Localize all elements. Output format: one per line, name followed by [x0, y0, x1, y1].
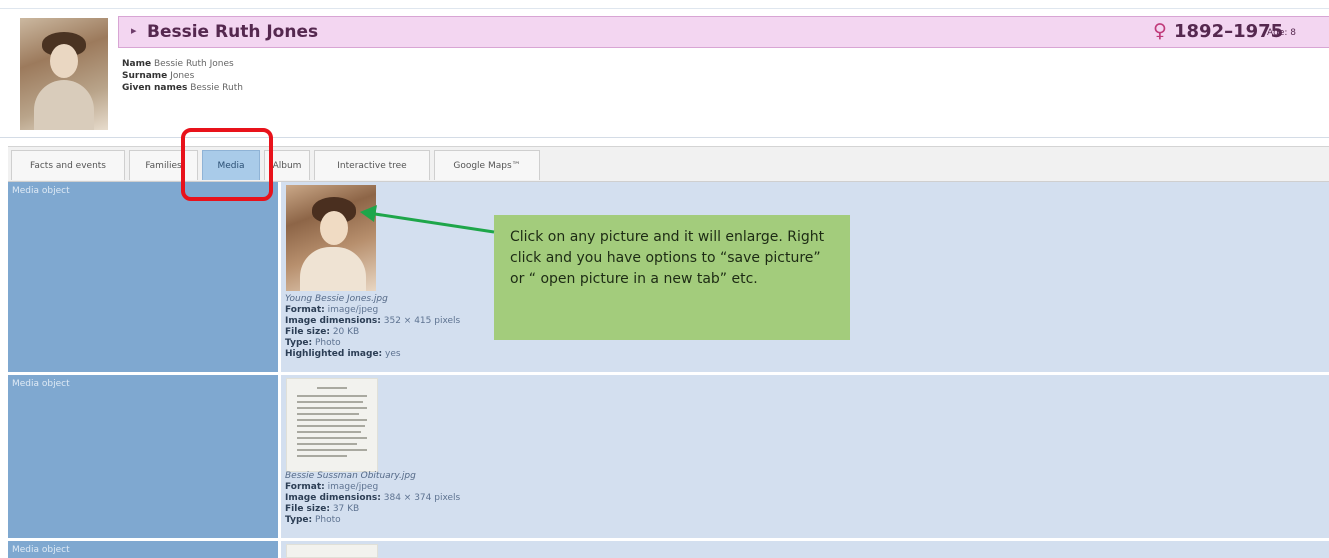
tab-interactive-tree[interactable]: Interactive tree [314, 150, 430, 180]
media-row-label: Media object [12, 379, 70, 389]
media-filename[interactable]: Bessie Sussman Obituary.jpg [285, 471, 460, 482]
fact-surname: Surname Jones [122, 71, 195, 81]
media-row-label: Media object [12, 186, 70, 196]
media-row: Media object [8, 541, 1329, 558]
tab-facts-and-events[interactable]: Facts and events [11, 150, 125, 180]
media-thumbnail-document[interactable] [286, 378, 378, 472]
collapse-toggle-icon[interactable]: ▸ [131, 24, 137, 37]
person-name: Bessie Ruth Jones [147, 22, 319, 42]
top-divider [0, 8, 1329, 9]
media-file-size: 20 KB [332, 327, 360, 337]
person-header-bar: ▸ Bessie Ruth Jones ♀ 1892–1975 Age: 8 [118, 16, 1329, 48]
media-row: Media object Bessie Sussman Obituary.jpg… [8, 375, 1329, 538]
fact-given-names: Given names Bessie Ruth [122, 83, 243, 93]
person-facts: Name Bessie Ruth Jones Surname Jones Giv… [122, 58, 243, 94]
instruction-callout: Click on any picture and it will enlarge… [494, 215, 850, 340]
media-dimensions: 352 × 415 pixels [383, 316, 461, 326]
media-type: Photo [314, 338, 341, 348]
tab-google-maps[interactable]: Google Maps™ [434, 150, 540, 180]
person-age: Age: 8 [1267, 28, 1297, 38]
media-format: image/jpeg [327, 305, 379, 315]
media-thumbnail-document[interactable] [286, 544, 378, 558]
media-format: image/jpeg [327, 482, 379, 492]
media-tab-highlight-box [181, 128, 273, 201]
media-file-size: 37 KB [332, 504, 360, 514]
media-details: Young Bessie Jones.jpg Format: image/jpe… [285, 294, 461, 359]
media-highlighted: yes [385, 349, 401, 359]
media-row-label: Media object [12, 545, 70, 555]
media-details: Bessie Sussman Obituary.jpg Format: imag… [285, 471, 461, 525]
fact-name: Name Bessie Ruth Jones [122, 59, 234, 69]
media-filename[interactable]: Young Bessie Jones.jpg [285, 294, 460, 305]
media-type: Photo [314, 515, 341, 525]
female-icon: ♀ [1153, 20, 1167, 42]
media-thumbnail-photo[interactable] [286, 185, 376, 291]
person-thumbnail[interactable] [20, 18, 108, 130]
media-dimensions: 384 × 374 pixels [383, 493, 461, 503]
